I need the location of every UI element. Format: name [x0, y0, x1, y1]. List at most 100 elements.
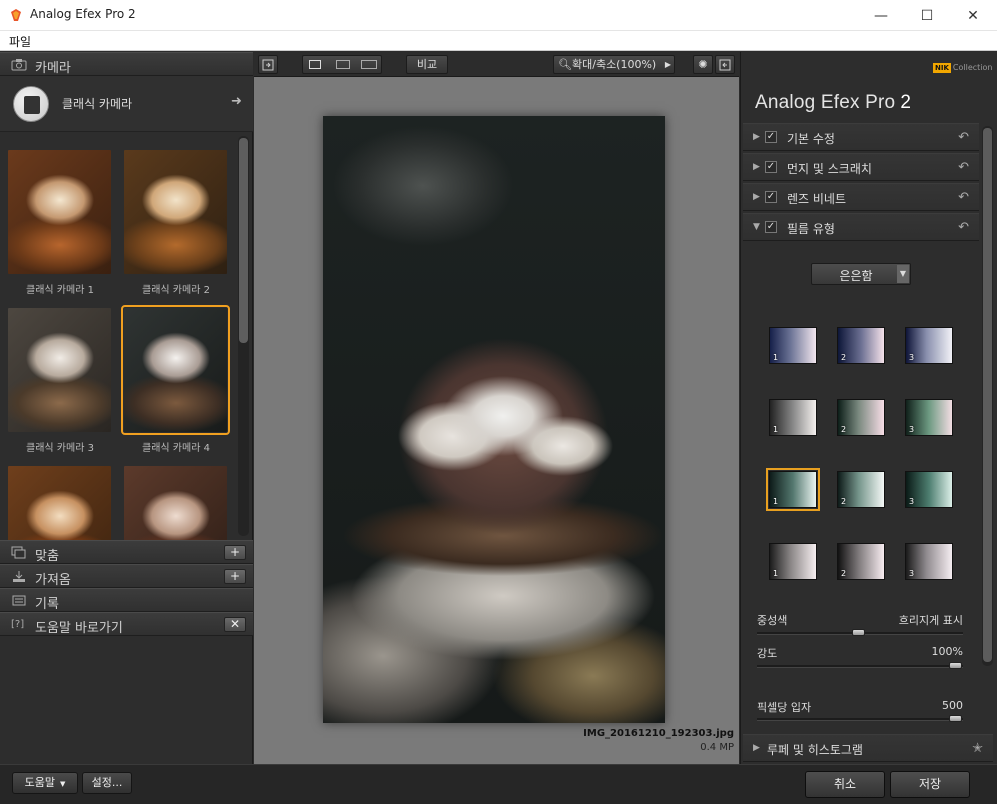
preset-thumbnail-label: 클래식 카메라 4 — [142, 443, 210, 454]
neutral-label: 중성색 — [757, 614, 788, 627]
minimize-button[interactable]: — — [858, 0, 904, 31]
scrollbar-thumb[interactable] — [239, 138, 248, 343]
film-swatch[interactable]: 3 — [905, 327, 953, 364]
film-type-dropdown[interactable]: 은은함 ▼ — [811, 263, 911, 285]
history-icon — [12, 595, 26, 606]
left-panel: 카메라 클래식 카메라 ➜ 클래식 카메라 1 클래식 카메라 2 클래식 카메… — [0, 52, 253, 764]
close-help-button[interactable]: ✕ — [224, 617, 246, 632]
loupe-histogram-row[interactable]: ▶ 루페 및 히스토그램 ✭ — [743, 734, 993, 762]
image-filename: IMG_20161210_192303.jpg — [583, 728, 734, 739]
imported-section-label: 가져옴 — [35, 573, 71, 588]
preset-thumbnail-label: 클래식 카메라 2 — [142, 285, 210, 296]
maximize-icon: ☐ — [920, 7, 934, 24]
imported-section-header[interactable]: 가져옴 + — [0, 564, 253, 588]
toggle-left-panel-button[interactable] — [258, 55, 278, 74]
custom-section-header[interactable]: 맞춤 + — [0, 540, 253, 564]
film-swatch[interactable]: 2 — [837, 327, 885, 364]
preset-thumbnail[interactable] — [124, 466, 227, 540]
film-swatch[interactable]: 1 — [769, 543, 817, 580]
slider-handle[interactable] — [852, 629, 865, 636]
reset-icon[interactable]: ↶ — [958, 190, 969, 205]
menu-bar: 파일 — [0, 31, 997, 51]
thumbnail-scrollbar[interactable] — [238, 136, 249, 536]
preset-thumbnail-selected[interactable] — [121, 305, 230, 435]
expand-arrow-icon[interactable]: ▶ — [753, 162, 760, 172]
filter-label: 필름 유형 — [787, 222, 835, 236]
pin-icon[interactable]: ✭ — [972, 741, 983, 756]
film-swatch[interactable]: 3 — [905, 399, 953, 436]
strength-value: 100% — [931, 645, 963, 658]
close-icon: ✕ — [967, 7, 979, 24]
preview-canvas[interactable]: IMG_20161210_192303.jpg 0.4 MP — [254, 77, 739, 764]
strength-slider[interactable] — [757, 662, 963, 669]
zoom-dropdown[interactable]: 🔍︎ 확대/축소(100%) ▶ — [553, 55, 675, 74]
enable-checkbox[interactable]: ✓ — [765, 131, 777, 143]
single-view-icon[interactable] — [309, 60, 321, 69]
preset-thumbnail[interactable] — [8, 466, 111, 540]
filter-film-type[interactable]: ▼ ✓ 필름 유형 ↶ — [743, 213, 979, 241]
side-by-side-view-icon[interactable] — [361, 60, 377, 69]
arrow-right-icon[interactable]: ➜ — [231, 94, 242, 109]
film-swatch[interactable]: 3 — [905, 543, 953, 580]
reset-icon[interactable]: ↶ — [958, 220, 969, 235]
product-name: Analog Efex Pro — [755, 92, 896, 113]
expand-arrow-icon[interactable]: ▶ — [753, 132, 760, 142]
scrollbar-thumb[interactable] — [983, 128, 992, 662]
reset-icon[interactable]: ↶ — [958, 160, 969, 175]
enable-checkbox[interactable]: ✓ — [765, 221, 777, 233]
film-swatch[interactable]: 2 — [837, 543, 885, 580]
nik-collection-logo: NIK Collection — [933, 63, 992, 73]
cancel-button[interactable]: 취소 — [805, 771, 885, 798]
filter-dust-scratches[interactable]: ▶ ✓ 먼지 및 스크래치 ↶ — [743, 153, 979, 181]
lightbulb-icon: ✺ — [698, 58, 708, 71]
film-swatch[interactable]: 2 — [837, 399, 885, 436]
help-shortcut-section-header[interactable]: [?] 도움말 바로가기 ✕ — [0, 612, 253, 636]
expand-arrow-icon[interactable]: ▶ — [753, 192, 760, 202]
split-view-icon[interactable] — [336, 60, 350, 69]
layers-icon — [11, 546, 26, 559]
filter-lens-vignette[interactable]: ▶ ✓ 렌즈 비네트 ↶ — [743, 183, 979, 211]
expand-arrow-icon[interactable]: ▶ — [753, 743, 760, 753]
slider-handle[interactable] — [949, 715, 962, 722]
maximize-button[interactable]: ☐ — [904, 0, 950, 31]
filter-basic-adjustments[interactable]: ▶ ✓ 기본 수정 ↶ — [743, 123, 979, 151]
history-section-header[interactable]: 기록 — [0, 588, 253, 612]
filter-panel-scrollbar[interactable] — [982, 126, 993, 666]
camera-section-label: 카메라 — [35, 61, 71, 76]
enable-checkbox[interactable]: ✓ — [765, 161, 777, 173]
camera-section-header[interactable]: 카메라 — [0, 52, 253, 76]
help-button[interactable]: 도움말 ▼ — [12, 772, 78, 794]
window-title: Analog Efex Pro 2 — [30, 7, 136, 21]
add-custom-button[interactable]: + — [224, 545, 246, 560]
preset-thumbnail[interactable] — [8, 308, 111, 432]
preset-thumbnail[interactable] — [124, 150, 227, 274]
film-swatch[interactable]: 1 — [769, 327, 817, 364]
filter-label: 먼지 및 스크래치 — [787, 162, 872, 176]
preset-thumbnail[interactable] — [8, 150, 111, 274]
settings-button[interactable]: 설정... — [82, 772, 132, 794]
film-swatch[interactable]: 2 — [837, 471, 885, 508]
add-import-button[interactable]: + — [224, 569, 246, 584]
collapse-arrow-icon[interactable]: ▼ — [753, 222, 760, 232]
menu-file[interactable]: 파일 — [9, 33, 31, 50]
reset-icon[interactable]: ↶ — [958, 130, 969, 145]
loupe-toggle-button[interactable]: ✺ — [693, 55, 713, 74]
save-button[interactable]: 저장 — [890, 771, 970, 798]
camera-type-selector[interactable]: 클래식 카메라 ➜ — [0, 76, 253, 132]
preview-image[interactable] — [323, 116, 665, 723]
classic-camera-icon — [13, 86, 49, 122]
toggle-right-panel-button[interactable] — [715, 55, 735, 74]
loupe-histogram-label: 루페 및 히스토그램 — [767, 743, 863, 757]
film-swatch-selected[interactable]: 1 — [766, 468, 820, 511]
film-swatch[interactable]: 3 — [905, 471, 953, 508]
grain-slider[interactable] — [757, 715, 963, 722]
camera-type-label: 클래식 카메라 — [62, 97, 133, 111]
play-icon: ▶ — [664, 60, 671, 69]
enable-checkbox[interactable]: ✓ — [765, 191, 777, 203]
slider-handle[interactable] — [949, 662, 962, 669]
compare-button[interactable]: 비교 — [406, 55, 448, 74]
film-swatch[interactable]: 1 — [769, 399, 817, 436]
neutral-slider[interactable] — [757, 629, 963, 636]
close-button[interactable]: ✕ — [950, 0, 996, 31]
help-button-label: 도움말 — [24, 776, 55, 789]
